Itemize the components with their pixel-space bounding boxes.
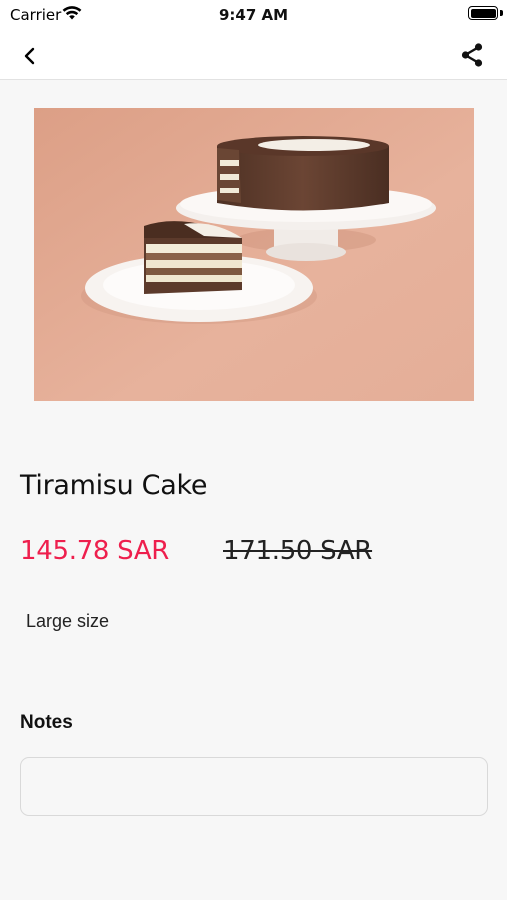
back-button[interactable] xyxy=(14,40,46,72)
product-image xyxy=(34,108,474,401)
battery-level xyxy=(470,8,496,18)
battery-tip xyxy=(500,10,503,16)
clock: 9:47 AM xyxy=(218,6,289,24)
notes-label: Notes xyxy=(20,712,73,733)
size-label: Large size xyxy=(26,611,110,631)
status-bar: Carrier 9:47 AM xyxy=(0,0,507,30)
original-price: 171.50 SAR xyxy=(223,536,373,566)
notes-input[interactable] xyxy=(20,757,488,816)
share-icon xyxy=(461,43,483,67)
share-button[interactable] xyxy=(455,38,489,72)
product-title: Tiramisu Cake xyxy=(20,470,208,501)
battery-icon xyxy=(468,6,498,20)
current-price: 145.78 SAR xyxy=(20,536,170,566)
chevron-left-icon xyxy=(24,47,35,65)
cake-photo xyxy=(34,108,474,401)
navigation-bar xyxy=(0,30,507,80)
